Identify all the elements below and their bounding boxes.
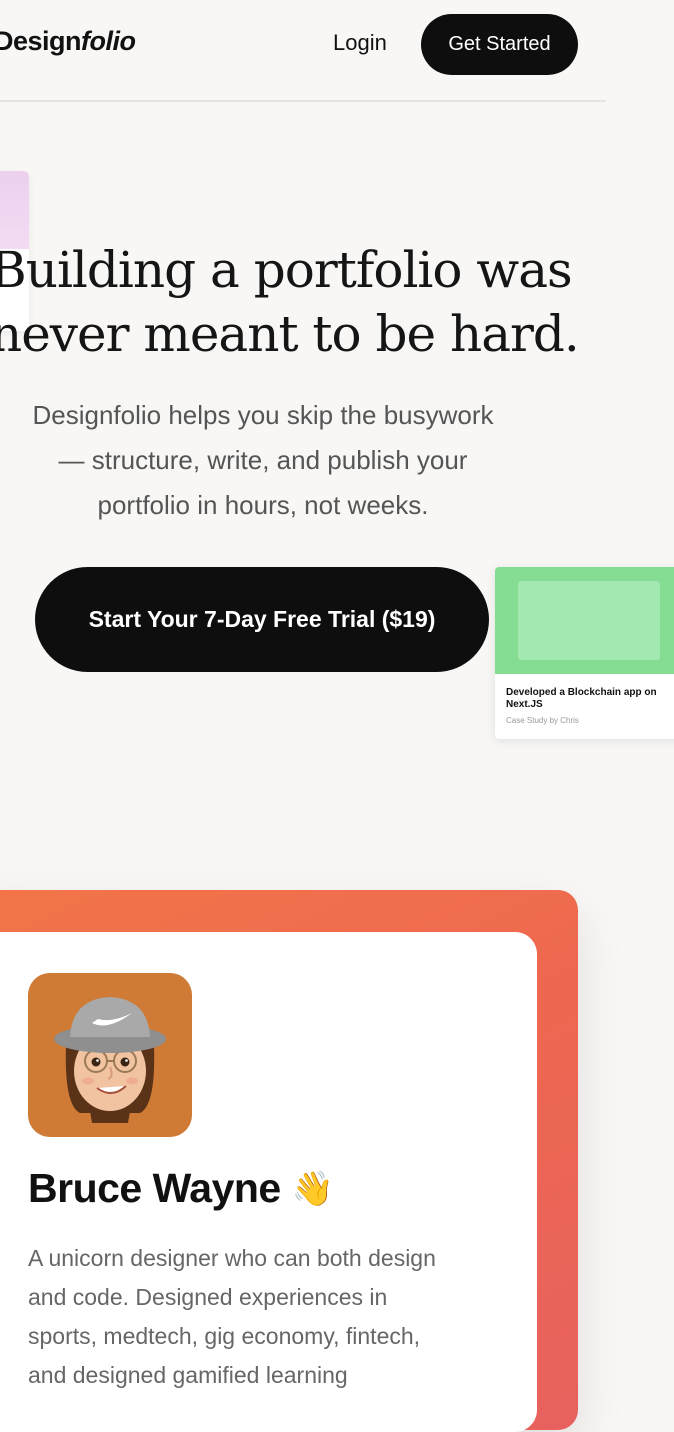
bio-line: sports, medtech, gig economy, fintech, xyxy=(28,1323,421,1349)
subtext-line: Designfolio helps you skip the busywork xyxy=(32,400,494,430)
profile-name: Bruce Wayne 👋 xyxy=(28,1165,334,1212)
waving-hand-icon: 👋 xyxy=(291,1170,334,1208)
avatar-illustration xyxy=(54,997,166,1123)
get-started-button[interactable]: Get Started xyxy=(421,14,578,75)
logo-text: Design xyxy=(0,26,82,56)
bio-line: A unicorn designer who can both design xyxy=(28,1245,436,1271)
login-link[interactable]: Login xyxy=(333,30,387,56)
headline-line: never meant to be hard. xyxy=(0,305,580,363)
avatar xyxy=(28,973,192,1137)
headline-line: Building a portfolio was xyxy=(0,241,573,299)
logo-text-italic: folio xyxy=(81,26,136,56)
thumbnail-inner-panel xyxy=(518,581,660,660)
top-navigation: Designfolio Login Get Started xyxy=(0,0,606,102)
bio-line: and code. Designed experiences in xyxy=(28,1284,388,1310)
case-study-card[interactable]: Developed a Blockchain app on Next.JS Ca… xyxy=(495,567,674,739)
designfolio-logo[interactable]: Designfolio xyxy=(0,26,136,57)
case-study-thumbnail xyxy=(495,567,674,674)
subtext-line: portfolio in hours, not weeks. xyxy=(97,490,429,520)
bio-line: and designed gamified learning xyxy=(28,1362,348,1388)
case-study-author: Case Study by Chris xyxy=(506,716,579,725)
profile-bio: A unicorn designer who can both design a… xyxy=(28,1239,508,1395)
hero-headline: Building a portfolio was never meant to … xyxy=(0,238,580,366)
start-free-trial-button[interactable]: Start Your 7-Day Free Trial ($19) xyxy=(35,567,489,672)
subtext-line: — structure, write, and publish your xyxy=(58,445,468,475)
case-study-title: Developed a Blockchain app on Next.JS xyxy=(506,687,657,710)
profile-name-text: Bruce Wayne xyxy=(28,1165,281,1211)
hero-subtext: Designfolio helps you skip the busywork … xyxy=(0,393,526,528)
